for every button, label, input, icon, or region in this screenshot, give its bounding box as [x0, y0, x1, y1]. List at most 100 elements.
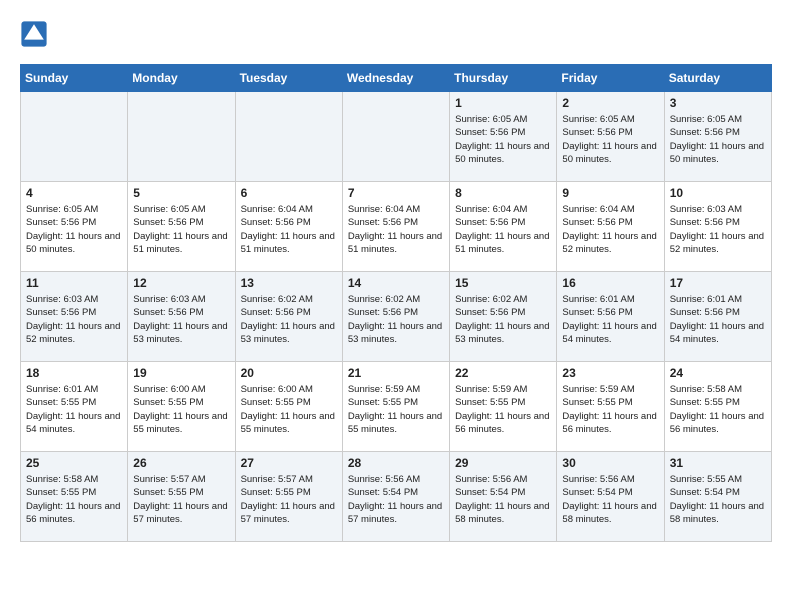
calendar-cell: 2 Sunrise: 6:05 AMSunset: 5:56 PMDaylight… — [557, 92, 664, 182]
day-number: 22 — [455, 366, 551, 380]
cell-content: Sunrise: 6:00 AMSunset: 5:55 PMDaylight:… — [241, 383, 337, 436]
day-number: 27 — [241, 456, 337, 470]
calendar-cell — [342, 92, 449, 182]
cell-content: Sunrise: 5:58 AMSunset: 5:55 PMDaylight:… — [670, 383, 766, 436]
col-header-friday: Friday — [557, 65, 664, 92]
header-row: SundayMondayTuesdayWednesdayThursdayFrid… — [21, 65, 772, 92]
calendar-cell: 10 Sunrise: 6:03 AMSunset: 5:56 PMDayligh… — [664, 182, 771, 272]
day-number: 5 — [133, 186, 229, 200]
cell-content: Sunrise: 6:05 AMSunset: 5:56 PMDaylight:… — [562, 113, 658, 166]
day-number: 29 — [455, 456, 551, 470]
cell-content: Sunrise: 5:56 AMSunset: 5:54 PMDaylight:… — [348, 473, 444, 526]
day-number: 16 — [562, 276, 658, 290]
day-number: 23 — [562, 366, 658, 380]
calendar-cell: 16 Sunrise: 6:01 AMSunset: 5:56 PMDayligh… — [557, 272, 664, 362]
calendar-cell: 8 Sunrise: 6:04 AMSunset: 5:56 PMDaylight… — [450, 182, 557, 272]
col-header-thursday: Thursday — [450, 65, 557, 92]
cell-content: Sunrise: 6:05 AMSunset: 5:56 PMDaylight:… — [133, 203, 229, 256]
day-number: 6 — [241, 186, 337, 200]
calendar-cell: 24 Sunrise: 5:58 AMSunset: 5:55 PMDayligh… — [664, 362, 771, 452]
week-row-5: 25 Sunrise: 5:58 AMSunset: 5:55 PMDayligh… — [21, 452, 772, 542]
calendar-cell: 20 Sunrise: 6:00 AMSunset: 5:55 PMDayligh… — [235, 362, 342, 452]
calendar-cell: 18Sunrise: 6:01 AMSunset: 5:55 PMDayligh… — [21, 362, 128, 452]
col-header-wednesday: Wednesday — [342, 65, 449, 92]
cell-content: Sunrise: 6:01 AMSunset: 5:56 PMDaylight:… — [670, 293, 766, 346]
calendar-cell: 28 Sunrise: 5:56 AMSunset: 5:54 PMDayligh… — [342, 452, 449, 542]
calendar-cell: 26Sunrise: 5:57 AMSunset: 5:55 PMDayligh… — [128, 452, 235, 542]
logo-icon — [20, 20, 48, 48]
calendar-cell: 31Sunrise: 5:55 AMSunset: 5:54 PMDayligh… — [664, 452, 771, 542]
cell-content: Sunrise: 5:55 AMSunset: 5:54 PMDaylight:… — [670, 473, 766, 526]
calendar-cell: 21 Sunrise: 5:59 AMSunset: 5:55 PMDayligh… — [342, 362, 449, 452]
col-header-tuesday: Tuesday — [235, 65, 342, 92]
cell-content: Sunrise: 5:59 AMSunset: 5:55 PMDaylight:… — [562, 383, 658, 436]
day-number: 12 — [133, 276, 229, 290]
cell-content: Sunrise: 6:01 AMSunset: 5:55 PMDaylight:… — [26, 383, 122, 436]
cell-content: Sunrise: 6:00 AMSunset: 5:55 PMDaylight:… — [133, 383, 229, 436]
day-number: 17 — [670, 276, 766, 290]
cell-content: Sunrise: 6:05 AMSunset: 5:56 PMDaylight:… — [670, 113, 766, 166]
cell-content: Sunrise: 6:04 AMSunset: 5:56 PMDaylight:… — [562, 203, 658, 256]
calendar-cell — [21, 92, 128, 182]
day-number: 30 — [562, 456, 658, 470]
page-header — [20, 20, 772, 48]
cell-content: Sunrise: 6:03 AMSunset: 5:56 PMDaylight:… — [133, 293, 229, 346]
cell-content: Sunrise: 5:56 AMSunset: 5:54 PMDaylight:… — [455, 473, 551, 526]
calendar-cell: 15Sunrise: 6:02 AMSunset: 5:56 PMDayligh… — [450, 272, 557, 362]
calendar-table: SundayMondayTuesdayWednesdayThursdayFrid… — [20, 64, 772, 542]
week-row-2: 4 Sunrise: 6:05 AMSunset: 5:56 PMDaylight… — [21, 182, 772, 272]
calendar-cell: 12 Sunrise: 6:03 AMSunset: 5:56 PMDayligh… — [128, 272, 235, 362]
cell-content: Sunrise: 6:03 AMSunset: 5:56 PMDaylight:… — [670, 203, 766, 256]
cell-content: Sunrise: 5:58 AMSunset: 5:55 PMDaylight:… — [26, 473, 122, 526]
calendar-cell: 27 Sunrise: 5:57 AMSunset: 5:55 PMDayligh… — [235, 452, 342, 542]
calendar-cell: 13 Sunrise: 6:02 AMSunset: 5:56 PMDayligh… — [235, 272, 342, 362]
calendar-cell — [128, 92, 235, 182]
calendar-cell — [235, 92, 342, 182]
calendar-cell: 25 Sunrise: 5:58 AMSunset: 5:55 PMDayligh… — [21, 452, 128, 542]
col-header-sunday: Sunday — [21, 65, 128, 92]
calendar-cell: 17 Sunrise: 6:01 AMSunset: 5:56 PMDayligh… — [664, 272, 771, 362]
cell-content: Sunrise: 5:59 AMSunset: 5:55 PMDaylight:… — [348, 383, 444, 436]
calendar-cell: 29 Sunrise: 5:56 AMSunset: 5:54 PMDayligh… — [450, 452, 557, 542]
cell-content: Sunrise: 5:57 AMSunset: 5:55 PMDaylight:… — [133, 473, 229, 526]
calendar-cell: 14Sunrise: 6:02 AMSunset: 5:56 PMDayligh… — [342, 272, 449, 362]
day-number: 28 — [348, 456, 444, 470]
cell-content: Sunrise: 6:03 AMSunset: 5:56 PMDaylight:… — [26, 293, 122, 346]
day-number: 20 — [241, 366, 337, 380]
calendar-cell: 3Sunrise: 6:05 AMSunset: 5:56 PMDaylight… — [664, 92, 771, 182]
day-number: 25 — [26, 456, 122, 470]
week-row-1: 1 Sunrise: 6:05 AMSunset: 5:56 PMDaylight… — [21, 92, 772, 182]
col-header-saturday: Saturday — [664, 65, 771, 92]
day-number: 19 — [133, 366, 229, 380]
calendar-cell: 9Sunrise: 6:04 AMSunset: 5:56 PMDaylight… — [557, 182, 664, 272]
col-header-monday: Monday — [128, 65, 235, 92]
calendar-cell: 5 Sunrise: 6:05 AMSunset: 5:56 PMDaylight… — [128, 182, 235, 272]
day-number: 11 — [26, 276, 122, 290]
day-number: 8 — [455, 186, 551, 200]
day-number: 1 — [455, 96, 551, 110]
calendar-cell: 23 Sunrise: 5:59 AMSunset: 5:55 PMDayligh… — [557, 362, 664, 452]
calendar-cell: 11 Sunrise: 6:03 AMSunset: 5:56 PMDayligh… — [21, 272, 128, 362]
calendar-cell: 19 Sunrise: 6:00 AMSunset: 5:55 PMDayligh… — [128, 362, 235, 452]
cell-content: Sunrise: 6:04 AMSunset: 5:56 PMDaylight:… — [348, 203, 444, 256]
cell-content: Sunrise: 6:01 AMSunset: 5:56 PMDaylight:… — [562, 293, 658, 346]
cell-content: Sunrise: 5:56 AMSunset: 5:54 PMDaylight:… — [562, 473, 658, 526]
cell-content: Sunrise: 6:02 AMSunset: 5:56 PMDaylight:… — [241, 293, 337, 346]
cell-content: Sunrise: 6:05 AMSunset: 5:56 PMDaylight:… — [26, 203, 122, 256]
calendar-cell: 22Sunrise: 5:59 AMSunset: 5:55 PMDayligh… — [450, 362, 557, 452]
day-number: 4 — [26, 186, 122, 200]
cell-content: Sunrise: 6:04 AMSunset: 5:56 PMDaylight:… — [241, 203, 337, 256]
day-number: 13 — [241, 276, 337, 290]
cell-content: Sunrise: 5:57 AMSunset: 5:55 PMDaylight:… — [241, 473, 337, 526]
calendar-cell: 30 Sunrise: 5:56 AMSunset: 5:54 PMDayligh… — [557, 452, 664, 542]
day-number: 24 — [670, 366, 766, 380]
week-row-3: 11 Sunrise: 6:03 AMSunset: 5:56 PMDayligh… — [21, 272, 772, 362]
calendar-cell: 7Sunrise: 6:04 AMSunset: 5:56 PMDaylight… — [342, 182, 449, 272]
day-number: 21 — [348, 366, 444, 380]
day-number: 10 — [670, 186, 766, 200]
day-number: 2 — [562, 96, 658, 110]
cell-content: Sunrise: 6:02 AMSunset: 5:56 PMDaylight:… — [348, 293, 444, 346]
cell-content: Sunrise: 6:04 AMSunset: 5:56 PMDaylight:… — [455, 203, 551, 256]
cell-content: Sunrise: 6:05 AMSunset: 5:56 PMDaylight:… — [455, 113, 551, 166]
week-row-4: 18Sunrise: 6:01 AMSunset: 5:55 PMDayligh… — [21, 362, 772, 452]
